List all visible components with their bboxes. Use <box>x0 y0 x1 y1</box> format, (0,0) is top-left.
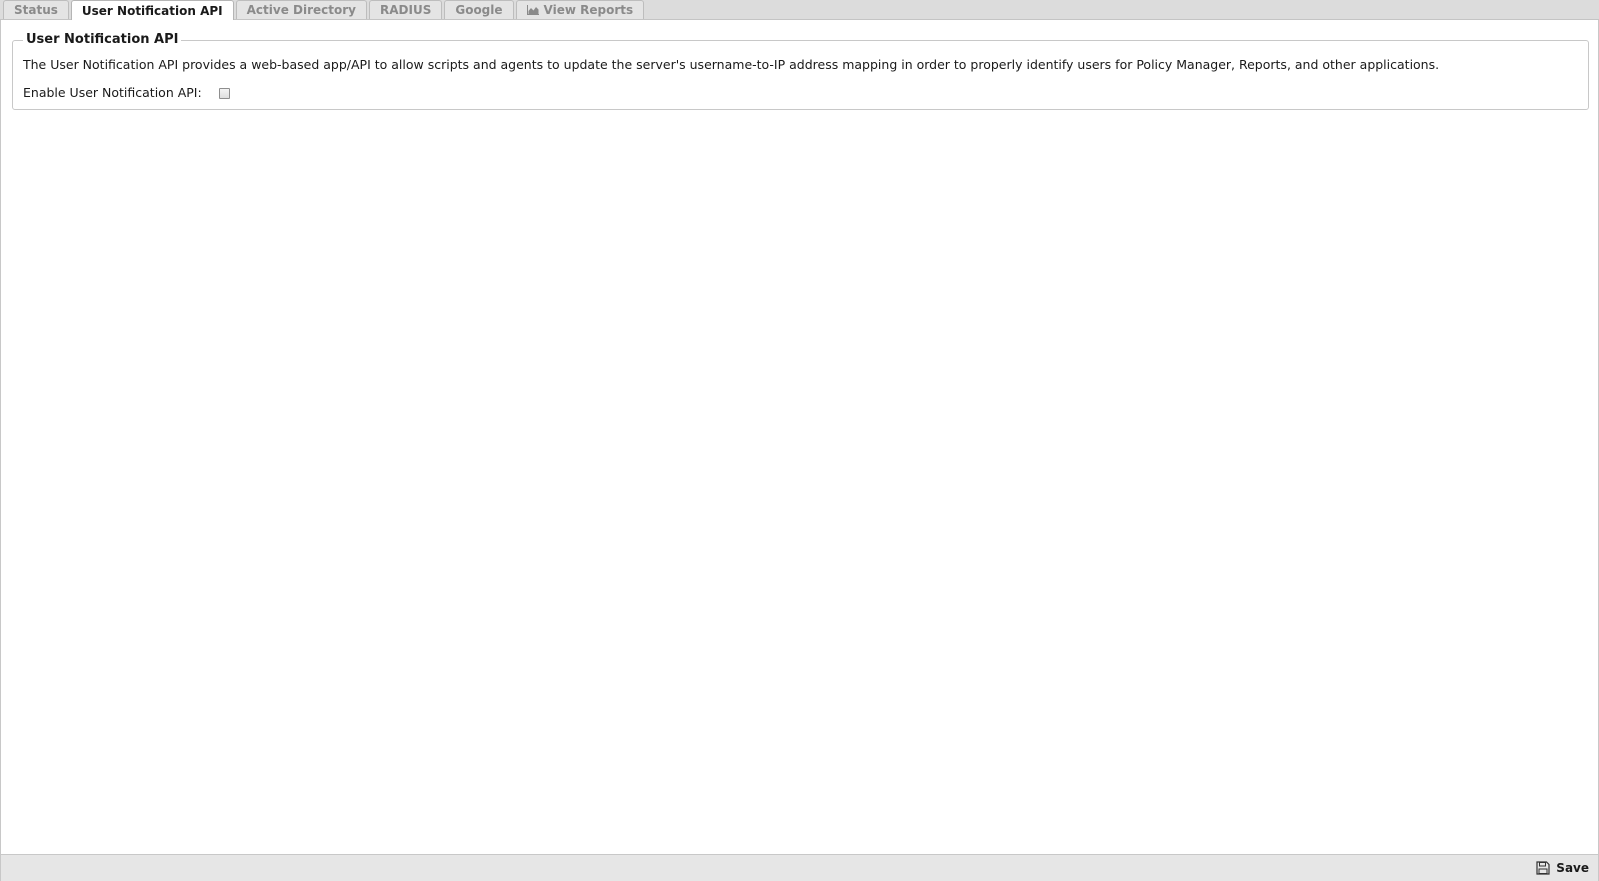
tab-active-directory[interactable]: Active Directory <box>235 0 367 19</box>
save-label: Save <box>1556 861 1589 875</box>
enable-row: Enable User Notification API: <box>23 85 230 101</box>
enable-user-notification-api-checkbox[interactable] <box>218 87 230 99</box>
tab-user-notification-api[interactable]: User Notification API <box>70 0 234 20</box>
enable-label: Enable User Notification API: <box>23 85 202 100</box>
section-description: The User Notification API provides a web… <box>23 57 1440 72</box>
fieldset-legend: User Notification API <box>23 32 182 48</box>
tab-label: Google <box>455 3 503 17</box>
tab-status[interactable]: Status <box>3 0 69 19</box>
tab-view-reports[interactable]: View Reports <box>515 0 645 19</box>
floppy-disk-icon <box>1536 861 1550 875</box>
area-chart-icon <box>526 5 539 15</box>
tab-label: Active Directory <box>246 3 356 17</box>
user-notification-api-fieldset: User Notification API The User Notificat… <box>12 32 1589 110</box>
tab-google[interactable]: Google <box>444 0 514 19</box>
tab-bar: Status User Notification API Active Dire… <box>0 0 1599 20</box>
content-panel: User Notification API The User Notificat… <box>0 20 1599 854</box>
tab-radius[interactable]: RADIUS <box>369 0 443 19</box>
tab-label: RADIUS <box>380 3 432 17</box>
app-window: Status User Notification API Active Dire… <box>0 0 1599 881</box>
tab-label: View Reports <box>543 3 634 17</box>
save-button[interactable]: Save <box>1536 859 1589 877</box>
bottom-toolbar: Save <box>0 854 1599 881</box>
tab-label: User Notification API <box>81 3 223 18</box>
tab-label: Status <box>14 3 58 17</box>
